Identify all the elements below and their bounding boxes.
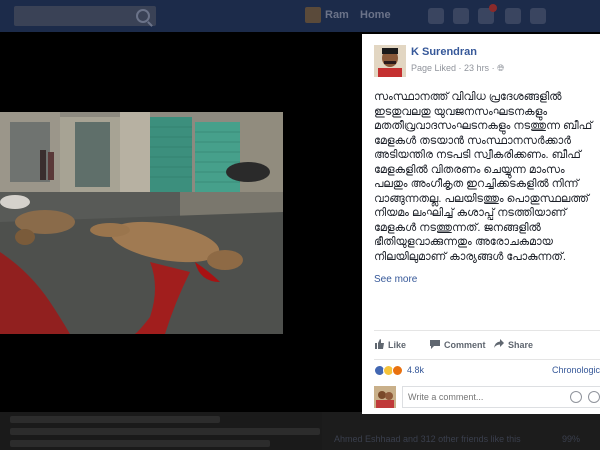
share-button[interactable]: Share bbox=[494, 339, 533, 351]
background-likes-text: Ahmed Eshhaad and 312 other friends like… bbox=[334, 434, 521, 444]
messages-icon[interactable] bbox=[453, 8, 469, 24]
meta-separator: · bbox=[456, 63, 465, 73]
comment-sort-dropdown[interactable]: Chronologic bbox=[552, 365, 600, 375]
divider bbox=[374, 359, 600, 360]
background-feed-left bbox=[0, 412, 362, 450]
thumbs-up-icon bbox=[374, 339, 384, 351]
background-percent-text: 99% bbox=[562, 434, 581, 444]
see-more-link[interactable]: See more bbox=[374, 274, 417, 285]
post-photo[interactable] bbox=[0, 112, 283, 334]
comment-icon bbox=[430, 339, 440, 351]
page-liked-label[interactable]: Page Liked bbox=[411, 63, 456, 73]
profile-avatar[interactable] bbox=[305, 7, 321, 23]
account-menu-icon[interactable] bbox=[530, 8, 546, 24]
meta-separator: · bbox=[489, 63, 498, 73]
divider bbox=[374, 330, 600, 331]
author-name-link[interactable]: K Surendran bbox=[411, 46, 477, 58]
comment-button[interactable]: Comment bbox=[430, 339, 486, 351]
like-button[interactable]: Like bbox=[374, 339, 406, 351]
background-feed-right: Ahmed Eshhaad and 312 other friends like… bbox=[322, 412, 600, 450]
share-arrow-icon bbox=[494, 339, 504, 351]
comment-tools bbox=[570, 391, 600, 403]
reactions-summary[interactable]: 4.8k bbox=[374, 363, 424, 377]
reaction-count[interactable]: 4.8k bbox=[407, 365, 424, 375]
like-label: Like bbox=[388, 340, 407, 350]
author-avatar[interactable] bbox=[374, 45, 406, 77]
friend-requests-icon[interactable] bbox=[428, 8, 444, 24]
notification-badge bbox=[489, 4, 497, 12]
post-timestamp[interactable]: 23 hrs bbox=[464, 63, 489, 73]
quick-help-icon[interactable] bbox=[505, 8, 521, 24]
street-scene-image bbox=[0, 112, 283, 334]
emoji-icon[interactable] bbox=[570, 391, 582, 403]
post-details-panel: K Surendran Page Liked · 23 hrs · 🌐︎ സംസ… bbox=[362, 34, 600, 414]
search-icon[interactable] bbox=[136, 9, 150, 23]
angry-reaction-icon bbox=[392, 364, 403, 376]
camera-icon[interactable] bbox=[588, 391, 600, 403]
post-actions: Like Comment Share bbox=[374, 339, 600, 355]
top-navigation-bar: Ram Home bbox=[0, 0, 600, 32]
commenter-avatar bbox=[374, 386, 396, 408]
post-body-text: സംസ്ഥാനത്ത് വിവിധ പ്രദേശങ്ങളിൽ ഇടതുവലതു … bbox=[374, 91, 593, 263]
comment-input-container bbox=[402, 386, 600, 408]
share-label: Share bbox=[508, 340, 534, 350]
nav-profile-link[interactable]: Ram bbox=[325, 9, 349, 21]
globe-icon: 🌐︎ bbox=[497, 63, 505, 73]
post-meta: Page Liked · 23 hrs · 🌐︎ bbox=[411, 63, 504, 74]
search-input[interactable] bbox=[14, 6, 156, 26]
comment-label: Comment bbox=[444, 340, 486, 350]
nav-home-link[interactable]: Home bbox=[360, 9, 391, 21]
